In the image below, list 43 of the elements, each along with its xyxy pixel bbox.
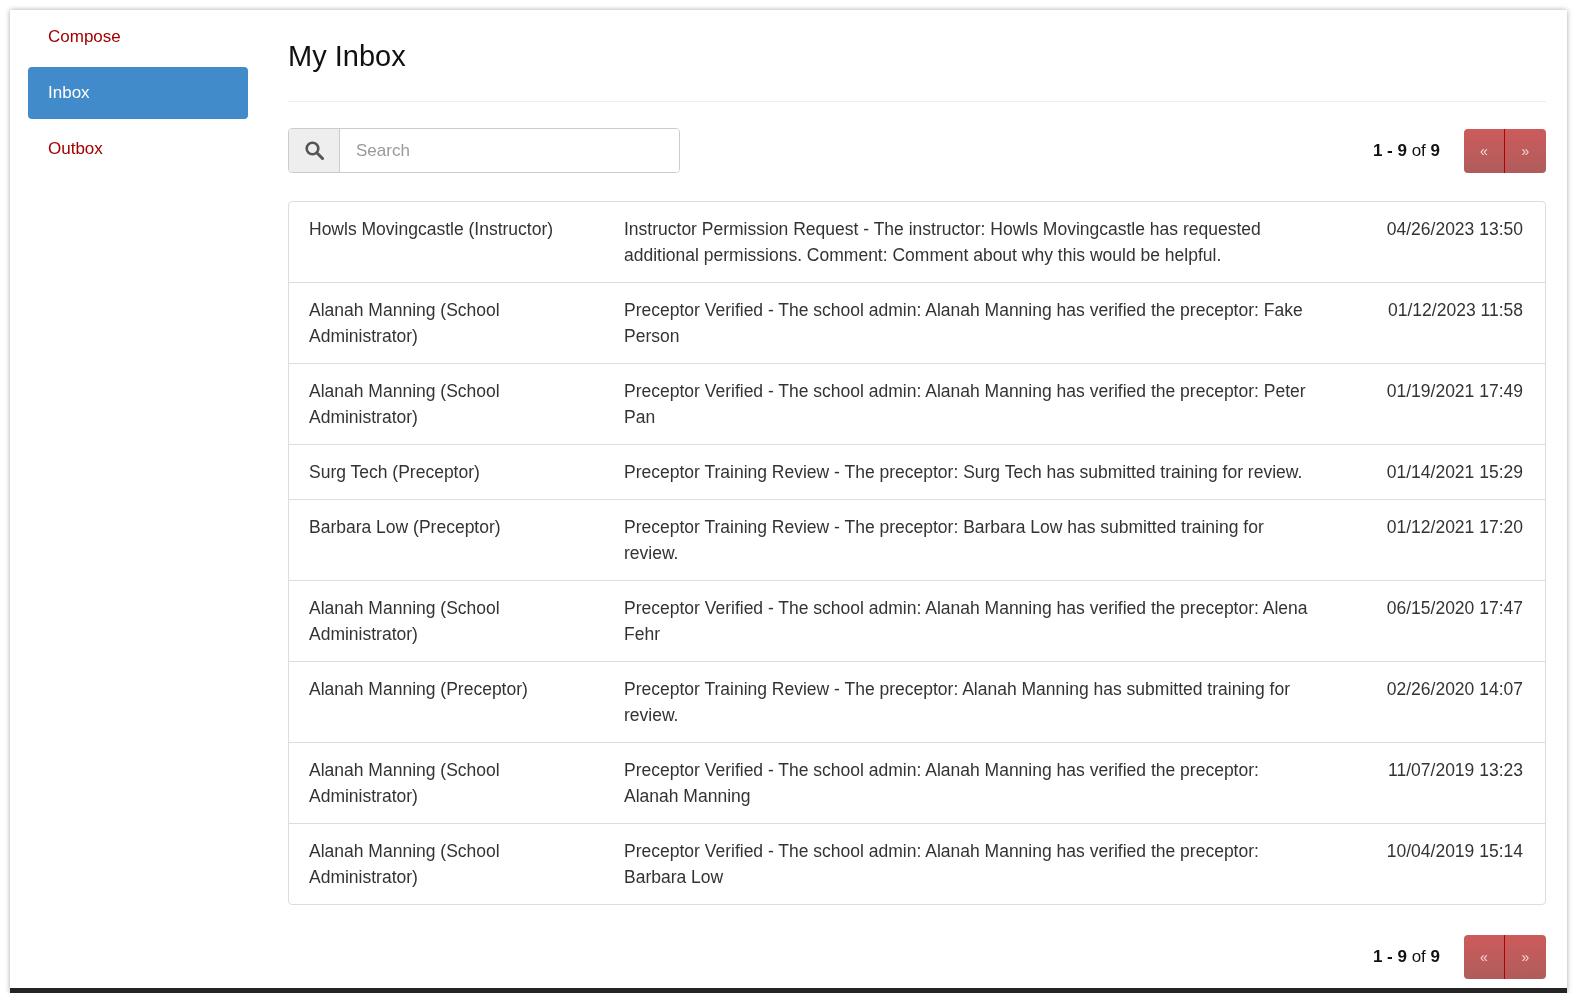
message-date: 01/19/2021 17:49 [1385,380,1523,403]
message-date: 04/26/2023 13:50 [1385,218,1523,241]
page-title: My Inbox [288,39,407,74]
message-text: Preceptor Verified - The school admin: Alanah Manning has verified the preceptor: Barbara Low [624,840,1260,889]
message-row[interactable]: Alanah Manning (School Administrator) Preceptor Verified - The school admin: Alanah Manning has verified the preceptor: Barbara Low 10/04/2019 15:14 [289,823,1545,904]
message-date: 11/07/2019 13:23 [1387,759,1523,782]
pagination-count: 1 - 9 of 9 [1372,139,1440,162]
message-row[interactable]: Alanah Manning (School Administrator) Preceptor Verified - The school admin: Alanah Manning has verified the preceptor: Fake Person 01/12/2023 11:58 [289,282,1545,363]
search-field[interactable]: Search [288,128,680,173]
message-row[interactable]: Alanah Manning (School Administrator) Preceptor Verified - The school admin: Alanah Manning has verified the preceptor: Alanah Manning 11/07/2019 13:23 [289,742,1545,823]
sender-name: Alanah Manning (Preceptor) [309,678,529,701]
sender-name: Alanah Manning (School Administrator) [309,299,501,348]
message-date: 02/26/2020 14:07 [1385,678,1523,701]
pagination-count: 1 - 9 of 9 [1372,945,1440,968]
sidebar-item[interactable]: Compose [28,11,248,63]
message-row[interactable]: Surg Tech (Preceptor) Preceptor Training Review - The preceptor: Surg Tech has submitted training for review. 01/14/2021 15:29 [289,444,1545,499]
search-icon [304,141,324,160]
sender-name: Howls Movingcastle (Instructor) [309,218,555,241]
message-date: 06/15/2020 17:47 [1385,597,1523,620]
message-text: Preceptor Verified - The school admin: Alanah Manning has verified the preceptor: Alena Fehr [624,597,1309,646]
message-row[interactable]: Alanah Manning (Preceptor) Preceptor Training Review - The preceptor: Alanah Manning has submitted training for review. 02/26/2020 14:07 [289,661,1545,742]
message-date: 10/04/2019 15:14 [1385,840,1523,863]
message-row[interactable]: Alanah Manning (School Administrator) Preceptor Verified - The school admin: Alanah Manning has verified the preceptor: Alena Fehr 06/15/2020 17:47 [289,580,1545,661]
message-text: Preceptor Training Review - The preceptor: Barbara Low has submitted training for review. [624,516,1265,565]
sidebar-item[interactable]: Outbox [28,123,248,175]
message-text: Preceptor Verified - The school admin: Alanah Manning has verified the preceptor: Alanah Manning [624,759,1260,808]
message-text: Preceptor Training Review - The preceptor: Alanah Manning has submitted training for review. [624,678,1291,727]
sidebar-item[interactable]: Inbox [28,67,248,119]
message-row[interactable]: Barbara Low (Preceptor) Preceptor Training Review - The preceptor: Barbara Low has submitted training for review. 01/12/2021 17:20 [289,499,1545,580]
message-date: 01/12/2021 17:20 [1385,516,1523,539]
message-date: 01/12/2023 11:58 [1387,299,1523,322]
sender-name: Alanah Manning (School Administrator) [309,840,501,889]
sender-name: Alanah Manning (School Administrator) [309,597,501,646]
sender-name: Surg Tech (Preceptor) [309,461,481,484]
message-text: Preceptor Verified - The school admin: Alanah Manning has verified the preceptor: Peter Pan [624,380,1307,429]
sender-name: Alanah Manning (School Administrator) [309,759,501,808]
sender-name: Barbara Low (Preceptor) [309,516,502,539]
message-row[interactable]: Alanah Manning (School Administrator) Preceptor Verified - The school admin: Alanah Manning has verified the preceptor: Peter Pan 01/19/2021 17:49 [289,363,1545,444]
message-text: Preceptor Training Review - The preceptor: Surg Tech has submitted training for review. [624,461,1304,484]
message-date: 01/14/2021 15:29 [1385,461,1523,484]
sender-name: Alanah Manning (School Administrator) [309,380,501,429]
message-text: Preceptor Verified - The school admin: Alanah Manning has verified the preceptor: Fake Person [624,299,1304,348]
message-text: Instructor Permission Request - The instructor: Howls Movingcastle has requested additional permissions. Comment: Comment about why this would be helpful. [624,218,1262,267]
